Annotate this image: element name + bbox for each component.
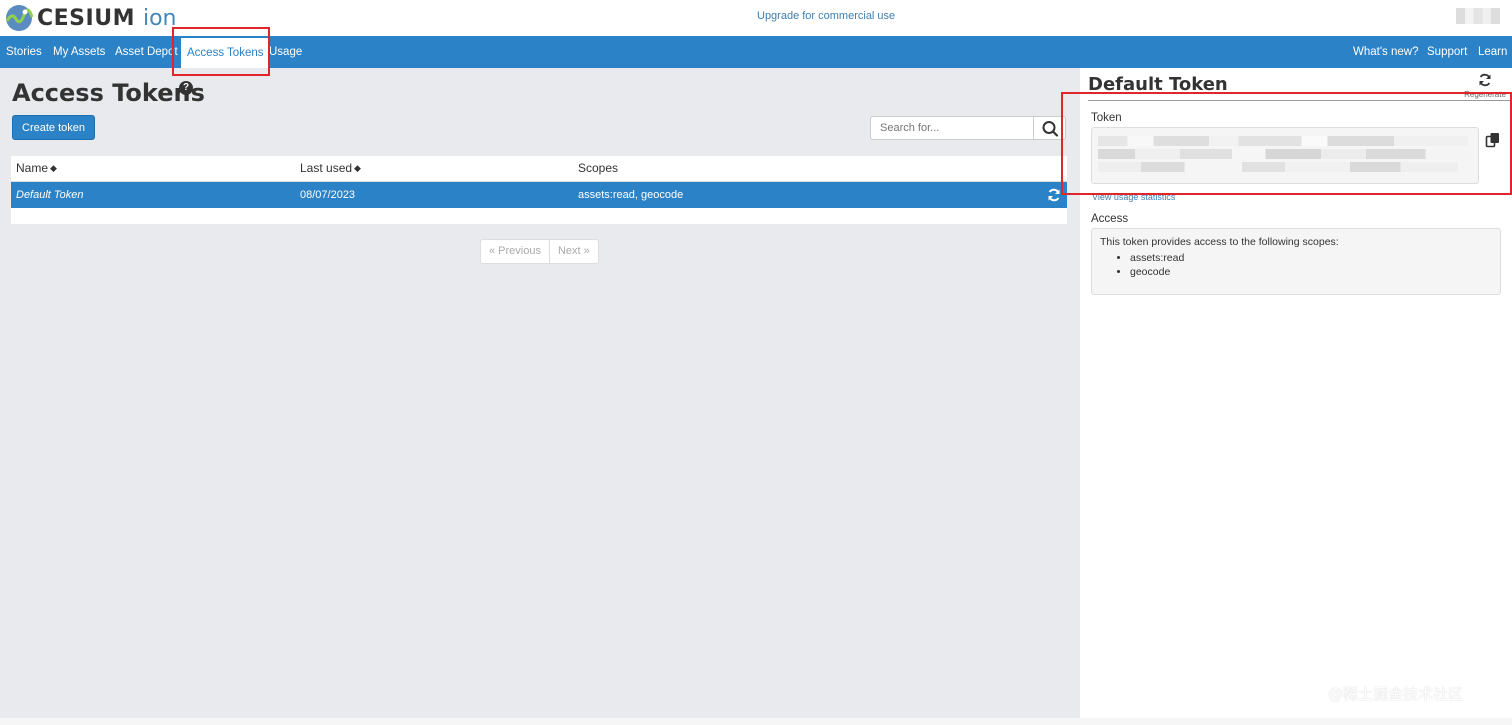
copy-icon[interactable] [1485, 132, 1501, 148]
regenerate-row-icon[interactable] [1047, 188, 1061, 202]
top-header: CESIUM ion Upgrade for commercial use [0, 0, 1512, 36]
search-button[interactable] [1033, 116, 1066, 140]
pagination: « Previous Next » [480, 239, 599, 264]
panel-title: Default Token [1088, 74, 1228, 95]
sort-icon: ◆ [50, 163, 57, 173]
table-row[interactable]: Default Token 08/07/2023 assets:read, ge… [11, 182, 1067, 208]
next-page-button[interactable]: Next » [550, 240, 598, 263]
main-nav: Stories My Assets Asset Depot Access Tok… [0, 36, 1512, 68]
page-title: Access Tokens [12, 79, 205, 107]
search-icon [1042, 121, 1059, 137]
upgrade-link[interactable]: Upgrade for commercial use [757, 10, 895, 22]
list-item: geocode [1130, 265, 1492, 279]
access-label: Access [1091, 213, 1129, 225]
column-header-last-used[interactable]: Last used ◆ [300, 156, 361, 181]
column-header-scopes: Scopes [578, 156, 618, 181]
logo-ion-text: ion [142, 5, 177, 31]
nav-whats-new[interactable]: What's new? [1353, 36, 1418, 68]
create-token-button[interactable]: Create token [12, 115, 95, 140]
last-used-cell: 08/07/2023 [300, 189, 356, 201]
cesium-ion-logo[interactable]: CESIUM ion [4, 3, 176, 33]
column-header-label: Name [16, 161, 49, 175]
logo-text: CESIUM [37, 5, 135, 31]
column-header-label: Last used [300, 161, 353, 175]
refresh-icon [1479, 73, 1491, 87]
bottom-strip [0, 718, 1512, 725]
regenerate-button[interactable]: Regenerate [1458, 70, 1512, 100]
list-item: assets:read [1130, 251, 1492, 265]
cesium-logo-icon [5, 5, 34, 31]
sort-icon: ◆ [354, 163, 361, 173]
user-avatar[interactable] [1456, 8, 1500, 24]
token-label: Token [1091, 112, 1122, 124]
nav-usage[interactable]: Usage [269, 36, 302, 68]
watermark-text: @稀土掘金技术社区 [1328, 685, 1464, 703]
nav-support[interactable]: Support [1427, 36, 1467, 68]
nav-my-assets[interactable]: My Assets [53, 36, 105, 68]
nav-access-tokens[interactable]: Access Tokens [181, 38, 270, 68]
nav-stories[interactable]: Stories [6, 36, 42, 68]
column-header-label: Scopes [578, 161, 619, 175]
column-header-name[interactable]: Name ◆ [16, 156, 57, 181]
token-field[interactable] [1091, 127, 1479, 184]
nav-asset-depot[interactable]: Asset Depot [115, 36, 178, 68]
help-icon[interactable]: ? [179, 81, 193, 95]
previous-page-button[interactable]: « Previous [481, 240, 549, 263]
scope-list: assets:read geocode [1130, 251, 1492, 279]
token-detail-panel: Default Token Regenerate Token View usag… [1080, 68, 1512, 718]
search-input[interactable] [870, 116, 1034, 140]
regenerate-label: Regenerate [1464, 90, 1506, 99]
view-usage-statistics-link[interactable]: View usage statistics [1092, 192, 1175, 202]
scopes-cell: assets:read, geocode [578, 189, 684, 201]
nav-learn[interactable]: Learn [1478, 36, 1507, 68]
access-intro-text: This token provides access to the follow… [1100, 236, 1339, 248]
token-name-cell: Default Token [16, 189, 84, 201]
access-scopes-box: This token provides access to the follow… [1091, 228, 1501, 295]
panel-divider [1088, 100, 1512, 101]
tokens-table: Name ◆ Last used ◆ Scopes Default Token 08… [11, 156, 1067, 224]
